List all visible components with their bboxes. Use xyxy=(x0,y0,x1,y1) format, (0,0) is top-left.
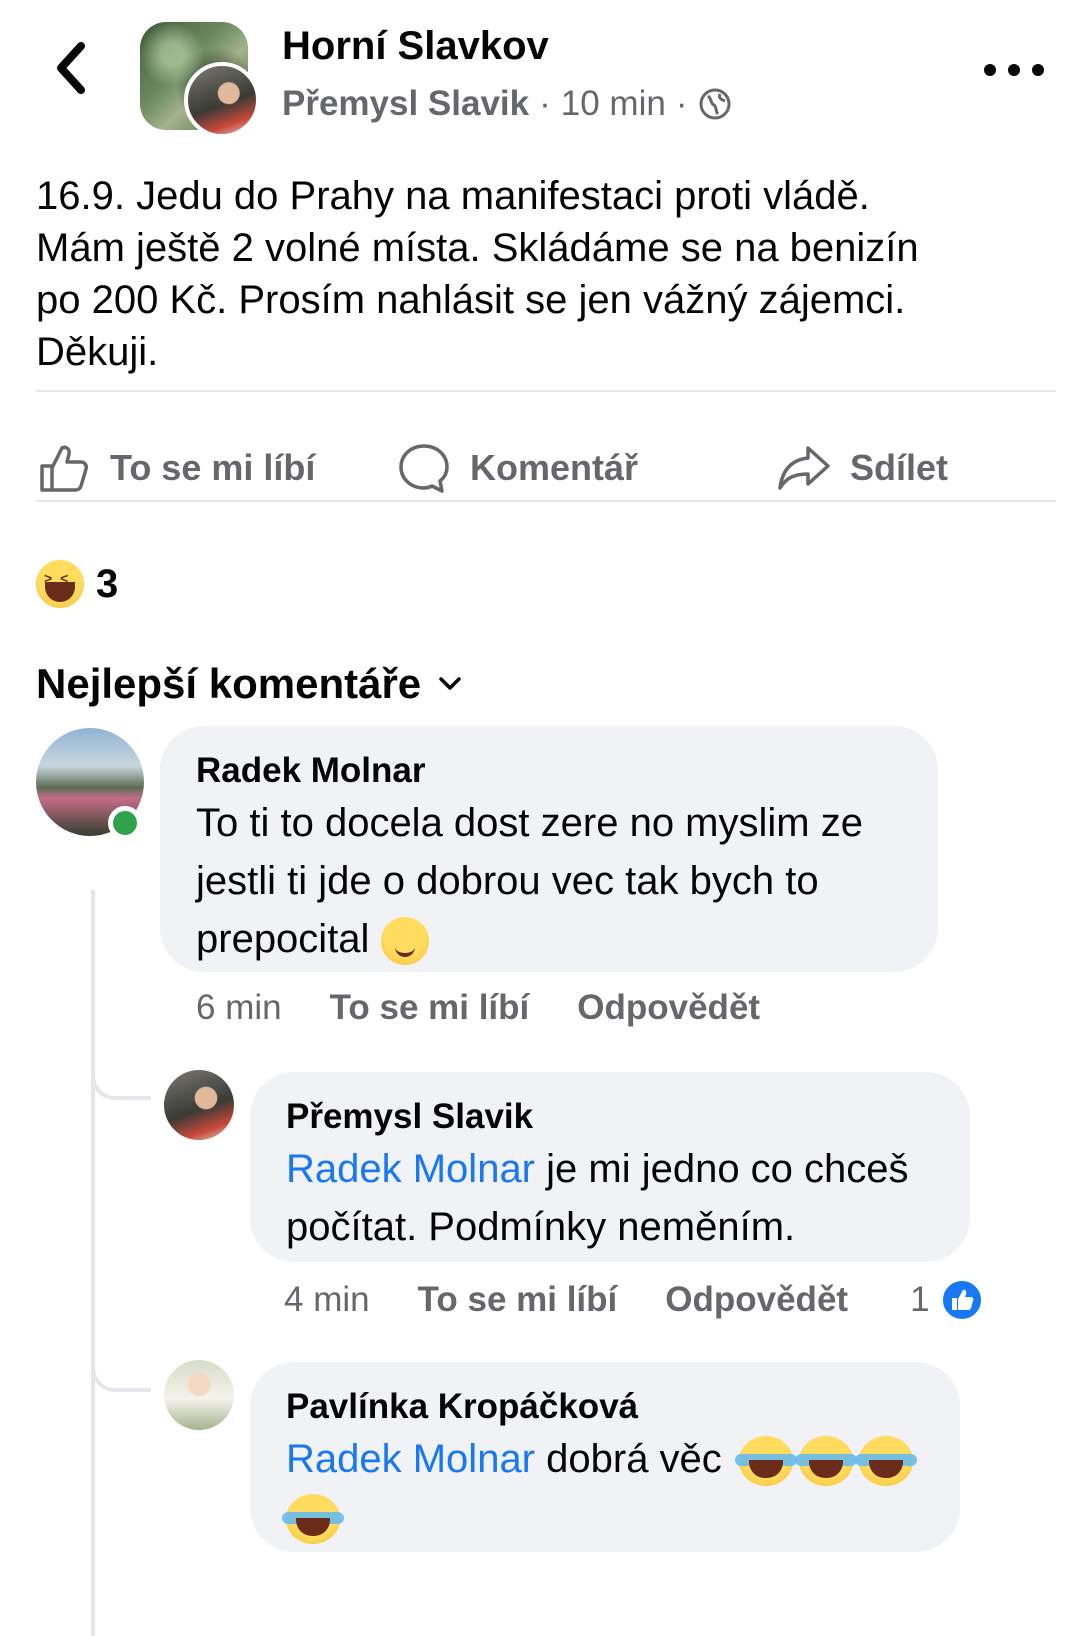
reply-avatar[interactable] xyxy=(164,1070,234,1140)
reaction-count: 3 xyxy=(96,561,119,606)
reply-meta: 4 min To se mi líbí Odpovědět 1 xyxy=(284,1278,1004,1322)
comment-bubble[interactable]: Radek Molnar To ti to docela dost zere n… xyxy=(160,726,938,972)
reply-author[interactable]: Pavlínka Kropáčková xyxy=(286,1384,924,1430)
thread-branch xyxy=(91,1352,151,1392)
thumbs-up-icon xyxy=(40,445,88,492)
comment-button[interactable]: Komentář xyxy=(396,438,638,498)
group-name[interactable]: Horní Slavkov xyxy=(282,24,549,69)
share-button[interactable]: Sdílet xyxy=(776,438,948,498)
reply-reply-button[interactable]: Odpovědět xyxy=(665,1280,848,1320)
thread-line xyxy=(91,890,95,1636)
mention-link[interactable]: Radek Molnar xyxy=(286,1437,535,1481)
reply-text: Radek Molnar dobrá věc xyxy=(282,1430,924,1546)
reaction-summary[interactable]: >< 3 xyxy=(36,560,118,608)
divider xyxy=(36,390,1056,392)
post-header: Horní Slavkov Přemysl Slavik · 10 min · xyxy=(0,0,1080,150)
reply-like-button[interactable]: To se mi líbí xyxy=(418,1280,618,1320)
reply-body: dobrá věc xyxy=(535,1437,722,1481)
reply-bubble[interactable]: Přemysl Slavik Radek Molnar je mi jedno … xyxy=(250,1072,970,1262)
reply-avatar[interactable] xyxy=(164,1360,234,1430)
share-label: Sdílet xyxy=(850,447,949,488)
comment-author[interactable]: Radek Molnar xyxy=(196,748,902,794)
post-meta: Přemysl Slavik · 10 min · xyxy=(282,84,732,124)
tears-of-joy-emoji-icon xyxy=(734,1436,797,1487)
reply-bubble[interactable]: Pavlínka Kropáčková Radek Molnar dobrá v… xyxy=(250,1362,960,1552)
comment-label: Komentář xyxy=(470,447,639,488)
comment-time[interactable]: 6 min xyxy=(196,988,282,1028)
like-label: To se mi líbí xyxy=(110,447,316,488)
comment-body: To ti to docela dost zere no myslim ze j… xyxy=(196,801,863,961)
dot-icon xyxy=(1008,64,1020,76)
comments-sort-dropdown[interactable]: Nejlepší komentáře xyxy=(36,660,463,708)
like-reaction-icon xyxy=(939,1278,984,1322)
globe-icon xyxy=(699,88,730,120)
comment-icon xyxy=(399,444,449,493)
tears-of-joy-emoji-icon xyxy=(282,1494,344,1545)
post-author[interactable]: Přemysl Slavik xyxy=(282,84,529,124)
post-text: 16.9. Jedu do Prahy na manifestaci proti… xyxy=(36,174,919,374)
winking-face-emoji-icon xyxy=(380,917,429,966)
tears-of-joy-emoji-icon xyxy=(794,1436,857,1487)
dot-icon xyxy=(984,64,996,76)
comment-reply-button[interactable]: Odpovědět xyxy=(577,988,760,1028)
haha-emoji-icon: >< xyxy=(36,560,84,608)
reply-like-count[interactable]: 1 xyxy=(910,1280,929,1320)
reply-author[interactable]: Přemysl Slavik xyxy=(286,1094,934,1140)
chevron-down-icon xyxy=(439,677,461,690)
chevron-left-icon xyxy=(57,42,85,94)
reply-text: Radek Molnar je mi jedno co chceš počíta… xyxy=(286,1140,934,1256)
meta-separator: · xyxy=(675,84,688,123)
mention-link[interactable]: Radek Molnar xyxy=(286,1147,535,1191)
comments-sort-label: Nejlepší komentáře xyxy=(36,660,422,707)
thread-branch xyxy=(91,1060,151,1100)
dot-icon xyxy=(1032,64,1044,76)
more-options-button[interactable] xyxy=(984,50,1044,90)
action-bar: To se mi líbí Komentář Sdílet xyxy=(0,418,1080,518)
thumbs-up-icon xyxy=(951,1289,973,1310)
online-status-indicator xyxy=(108,806,142,840)
reply-time[interactable]: 4 min xyxy=(284,1280,370,1320)
comment-like-button[interactable]: To se mi líbí xyxy=(330,988,530,1028)
share-icon xyxy=(778,446,830,490)
comment-text: To ti to docela dost zere no myslim ze j… xyxy=(196,794,902,968)
meta-separator: · xyxy=(539,84,551,123)
tears-of-joy-emoji-icon xyxy=(854,1436,917,1487)
divider xyxy=(36,500,1056,502)
like-button[interactable]: To se mi líbí xyxy=(36,438,315,498)
post-time[interactable]: 10 min xyxy=(561,84,666,124)
author-avatar[interactable] xyxy=(184,62,260,138)
comment-meta: 6 min To se mi líbí Odpovědět xyxy=(196,988,808,1028)
back-button[interactable] xyxy=(40,38,100,98)
